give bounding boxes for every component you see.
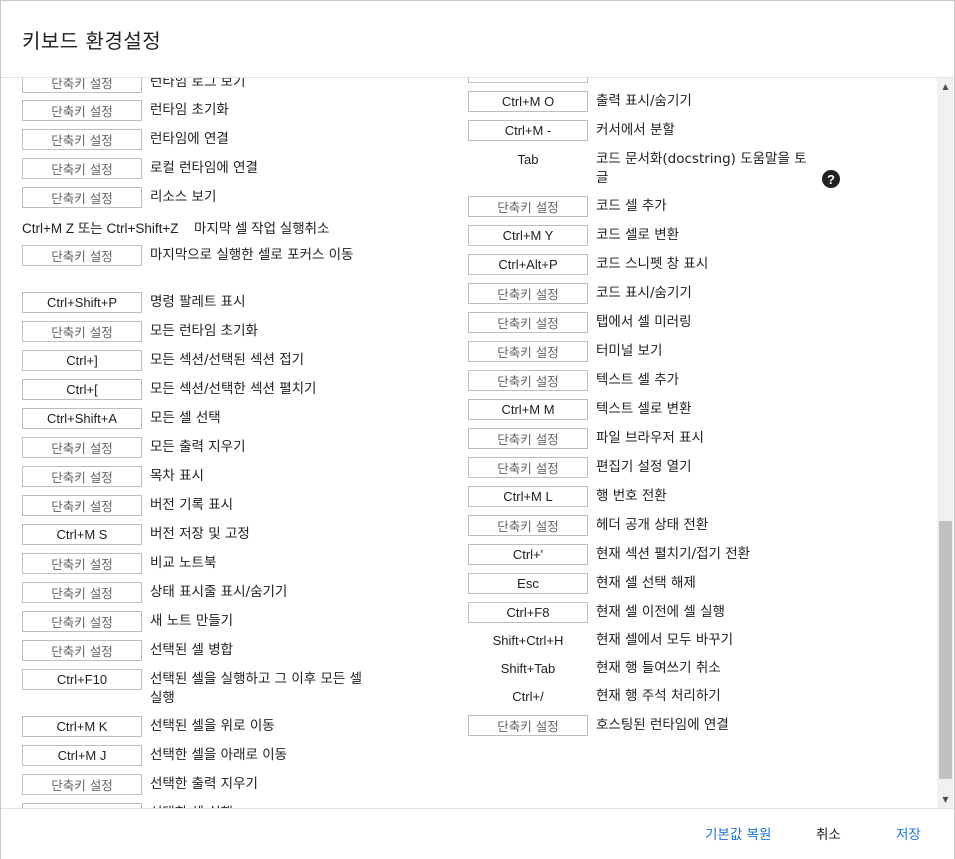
shortcut-label: 커서에서 분할 bbox=[596, 122, 675, 138]
shortcut-label: 텍스트 셀 추가 bbox=[596, 372, 680, 388]
shortcut-label: 탭에서 셀 미러링 bbox=[596, 314, 692, 330]
shortcut-row: 단축키 설정 터미널 보기 bbox=[1, 339, 937, 363]
shortcut-key-field[interactable] bbox=[468, 78, 588, 83]
footer-divider bbox=[1, 808, 954, 809]
set-shortcut-button[interactable]: 단축키 설정 bbox=[468, 312, 588, 333]
shortcut-row: Esc 현재 셀 선택 해제 bbox=[1, 571, 937, 595]
shortcut-key-field[interactable]: Ctrl+M J bbox=[22, 745, 142, 766]
shortcut-label: 행 번호 전환 bbox=[596, 488, 667, 504]
set-shortcut-button[interactable]: 단축키 설정 bbox=[22, 774, 142, 795]
shortcut-row: 단축키 설정 파일 브라우저 표시 bbox=[1, 426, 937, 450]
shortcut-key-field[interactable]: Ctrl+M O bbox=[468, 91, 588, 112]
shortcut-key-field[interactable]: Ctrl+M Y bbox=[468, 225, 588, 246]
shortcut-key-field: Shift+Ctrl+H bbox=[468, 630, 588, 651]
set-shortcut-button[interactable]: 단축키 설정 bbox=[468, 370, 588, 391]
shortcut-key-field[interactable]: Ctrl+M - bbox=[468, 120, 588, 141]
shortcut-list: 단축키 설정 런타임 로그 보기 단축키 설정 런타임 초기화 단축키 설정 런타임에 연… bbox=[1, 78, 937, 808]
shortcut-label: 현재 섹션 펼치기/접기 전환 bbox=[596, 546, 751, 562]
shortcut-row: Ctrl+M Y 코드 셀로 변환 bbox=[1, 223, 937, 247]
set-shortcut-button[interactable]: 단축키 설정 bbox=[468, 515, 588, 536]
shortcut-key-field: Ctrl+/ bbox=[468, 686, 588, 707]
shortcut-row: Shift+Ctrl+H 현재 셀에서 모두 바꾸기 bbox=[1, 628, 937, 652]
scroll-up-icon[interactable]: ▲ bbox=[937, 78, 954, 95]
help-icon[interactable]: ? bbox=[822, 170, 840, 188]
shortcut-key-field[interactable]: Ctrl+F8 bbox=[468, 602, 588, 623]
scrollbar[interactable]: ▲ ▼ bbox=[937, 78, 954, 808]
shortcut-key-field: Shift+Tab bbox=[468, 658, 588, 679]
shortcut-label: 파일 브라우저 표시 bbox=[596, 430, 704, 446]
cancel-button[interactable]: 취소 bbox=[816, 823, 841, 843]
shortcut-key-field[interactable]: Ctrl+M M bbox=[468, 399, 588, 420]
shortcut-row: Ctrl+M O 출력 표시/숨기기 bbox=[1, 89, 937, 113]
keyboard-preferences-dialog: 키보드 환경설정 단축키 설정 런타임 로그 보기 단축키 설정 런타임 초기화 단축키… bbox=[0, 0, 955, 859]
shortcut-label: 편집기 설정 열기 bbox=[596, 459, 692, 475]
shortcut-row: Ctrl+' 현재 섹션 펼치기/접기 전환 bbox=[1, 542, 937, 566]
shortcut-key-field[interactable]: Ctrl+' bbox=[468, 544, 588, 565]
shortcut-row: 단축키 설정 헤더 공개 상태 전환 bbox=[1, 513, 937, 537]
set-shortcut-button[interactable]: 단축키 설정 bbox=[468, 341, 588, 362]
shortcut-row: Ctrl+F8 현재 셀 이전에 셀 실행 bbox=[1, 600, 937, 624]
shortcut-label: 선택한 셀을 아래로 이동 bbox=[150, 747, 288, 763]
shortcut-label: 코드 스니펫 창 표시 bbox=[596, 256, 709, 272]
shortcut-row: 단축키 설정 호스팅된 런타임에 연결 bbox=[1, 713, 937, 737]
shortcut-row: Ctrl+M J 선택한 셀을 아래로 이동 bbox=[1, 743, 937, 767]
shortcut-label: 호스팅된 런타임에 연결 bbox=[596, 717, 729, 733]
shortcut-label: 코드 문서화(docstring) 도움말을 토글 bbox=[596, 151, 807, 186]
shortcut-row: 단축키 설정 텍스트 셀 추가 bbox=[1, 368, 937, 392]
set-shortcut-button[interactable]: 단축키 설정 bbox=[468, 196, 588, 217]
dialog-title: 키보드 환경설정 bbox=[22, 29, 162, 53]
shortcut-row: Ctrl+/ 현재 행 주석 처리하기 bbox=[1, 684, 937, 708]
shortcut-label: 코드 셀로 변환 bbox=[596, 227, 680, 243]
restore-defaults-button[interactable]: 기본값 복원 bbox=[705, 823, 771, 843]
shortcut-row bbox=[1, 78, 937, 84]
shortcut-row: 단축키 설정 코드 표시/숨기기 bbox=[1, 281, 937, 305]
set-shortcut-button[interactable]: 단축키 설정 bbox=[468, 428, 588, 449]
shortcut-label: 코드 셀 추가 bbox=[596, 198, 667, 214]
shortcut-row: Tab 코드 문서화(docstring) 도움말을 토글 bbox=[1, 147, 937, 186]
shortcut-key-field: Tab bbox=[468, 149, 588, 170]
shortcut-label: 코드 표시/숨기기 bbox=[596, 285, 692, 301]
scrollbar-thumb[interactable] bbox=[939, 521, 952, 779]
save-button[interactable]: 저장 bbox=[896, 823, 921, 843]
shortcut-row: 단축키 설정 탭에서 셀 미러링 bbox=[1, 310, 937, 334]
shortcut-row: 단축키 설정선택한 셀 실행 bbox=[1, 801, 937, 808]
shortcut-label: 현재 행 들여쓰기 취소 bbox=[596, 660, 721, 676]
shortcut-label: 현재 셀에서 모두 바꾸기 bbox=[596, 632, 734, 648]
set-shortcut-button[interactable]: 단축키 설정 bbox=[468, 457, 588, 478]
scroll-down-icon[interactable]: ▼ bbox=[937, 791, 954, 808]
shortcut-label: 터미널 보기 bbox=[596, 343, 663, 359]
shortcut-row: Ctrl+M M 텍스트 셀로 변환 bbox=[1, 397, 937, 421]
set-shortcut-button[interactable]: 단축키 설정 bbox=[468, 283, 588, 304]
shortcut-label: 현재 행 주석 처리하기 bbox=[596, 688, 721, 704]
shortcut-label: 출력 표시/숨기기 bbox=[596, 93, 692, 109]
shortcut-label: 선택한 출력 지우기 bbox=[150, 776, 258, 792]
shortcut-row: Ctrl+M L 행 번호 전환 bbox=[1, 484, 937, 508]
shortcut-label: 텍스트 셀로 변환 bbox=[596, 401, 692, 417]
shortcut-row: 단축키 설정 코드 셀 추가 bbox=[1, 194, 937, 218]
shortcut-row: Ctrl+Alt+P 코드 스니펫 창 표시 bbox=[1, 252, 937, 276]
shortcut-row: 단축키 설정 선택한 출력 지우기 bbox=[1, 772, 937, 796]
shortcut-row: Ctrl+M - 커서에서 분할 bbox=[1, 118, 937, 142]
shortcut-label: 현재 셀 선택 해제 bbox=[596, 575, 696, 591]
shortcut-key-field[interactable]: Ctrl+M L bbox=[468, 486, 588, 507]
shortcut-label: 현재 셀 이전에 셀 실행 bbox=[596, 604, 725, 620]
shortcut-key-field[interactable]: Ctrl+Alt+P bbox=[468, 254, 588, 275]
shortcut-label: 헤더 공개 상태 전환 bbox=[596, 517, 709, 533]
shortcut-key-field[interactable]: Esc bbox=[468, 573, 588, 594]
set-shortcut-button[interactable]: 단축키 설정 bbox=[468, 715, 588, 736]
shortcut-row: 단축키 설정 편집기 설정 열기 bbox=[1, 455, 937, 479]
shortcut-row: Shift+Tab 현재 행 들여쓰기 취소 bbox=[1, 656, 937, 680]
